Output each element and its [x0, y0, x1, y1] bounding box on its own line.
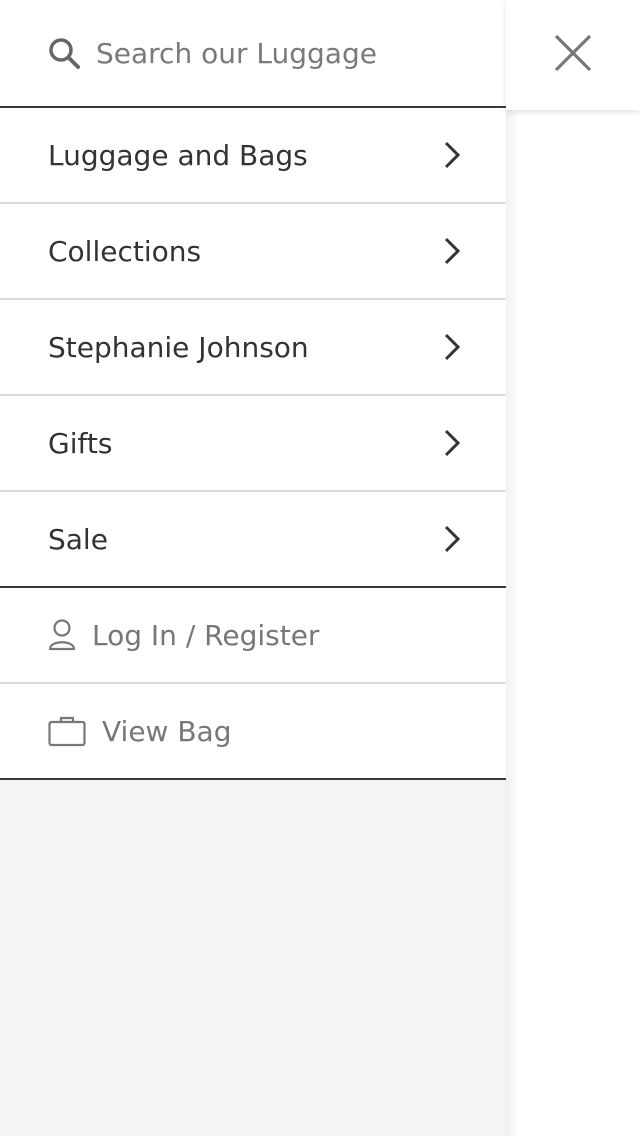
search-icon[interactable]	[46, 35, 82, 71]
menu-item-label: Luggage and Bags	[48, 138, 308, 172]
menu-item-gifts[interactable]: Gifts	[0, 396, 506, 492]
menu-item-label: Stephanie Johnson	[48, 330, 309, 364]
menu-item-collections[interactable]: Collections	[0, 204, 506, 300]
chevron-right-icon	[442, 427, 462, 459]
chevron-right-icon	[442, 331, 462, 363]
menu-item-label: Gifts	[48, 426, 113, 460]
search-input[interactable]	[96, 36, 476, 70]
user-icon	[48, 618, 76, 652]
login-register-label: Log In / Register	[92, 618, 320, 652]
chevron-right-icon	[442, 235, 462, 267]
search-bar[interactable]	[0, 0, 506, 108]
navigation-drawer: Luggage and Bags Collections Stephanie J…	[0, 0, 506, 1136]
close-icon	[553, 33, 593, 77]
bag-icon	[48, 715, 86, 747]
chevron-right-icon	[442, 523, 462, 555]
menu-item-sale[interactable]: Sale	[0, 492, 506, 588]
menu-item-label: Collections	[48, 234, 202, 268]
menu-item-stephanie-johnson[interactable]: Stephanie Johnson	[0, 300, 506, 396]
close-button[interactable]	[506, 0, 640, 110]
overlay-edge	[506, 0, 640, 1136]
view-bag-label: View Bag	[102, 714, 232, 748]
menu-item-label: Sale	[48, 522, 108, 556]
menu-item-luggage-and-bags[interactable]: Luggage and Bags	[0, 108, 506, 204]
chevron-right-icon	[442, 139, 462, 171]
view-bag-link[interactable]: View Bag	[0, 684, 506, 780]
login-register-link[interactable]: Log In / Register	[0, 588, 506, 684]
